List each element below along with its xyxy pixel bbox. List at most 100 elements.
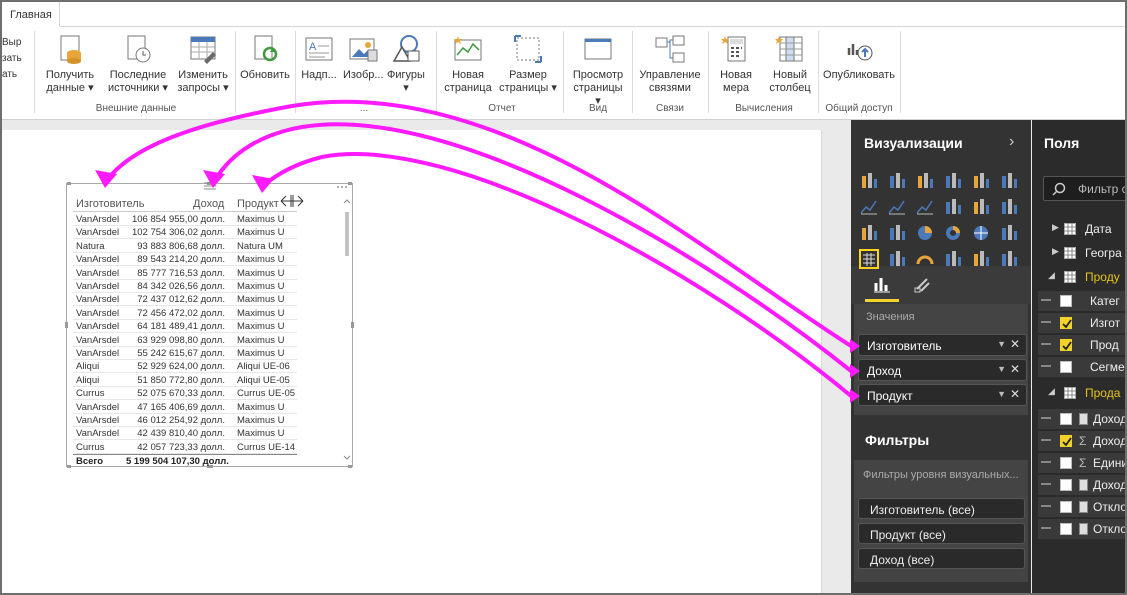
drag-handle-icon[interactable] (1041, 527, 1051, 529)
table-row[interactable]: Aliqui 51 850 772,80 долл. Aliqui UE-05 (73, 374, 297, 387)
filter-revenue[interactable]: Доход (все) (858, 548, 1025, 569)
manage-relationships-button[interactable]: Управление связями (636, 33, 704, 95)
new-measure-button[interactable]: Новая мера (713, 33, 759, 95)
table-row[interactable]: Currus 42 057 723,33 долл. Currus UE-14 (73, 441, 297, 454)
multi-row-card-visual-icon[interactable] (971, 249, 991, 269)
table-row[interactable]: VanArsdel 89 543 214,20 долл. Maximus U (73, 253, 297, 267)
field-item[interactable]: Σ Едини (1038, 453, 1125, 473)
clustered-column-visual-icon[interactable] (943, 171, 963, 191)
donut-visual-icon[interactable] (943, 223, 963, 243)
remove-field-icon[interactable]: ✕ (1010, 337, 1020, 351)
table-row[interactable]: VanArsdel 47 165 406,69 долл. Maximus U (73, 401, 297, 414)
dropdown-arrow-icon[interactable]: ▼ (997, 389, 1006, 399)
column-header-revenue[interactable]: Доход (193, 198, 224, 210)
treemap-visual-icon[interactable] (971, 223, 991, 243)
field-checkbox[interactable] (1060, 501, 1072, 513)
tab-home[interactable]: Главная (2, 2, 60, 27)
caret-expanded-icon[interactable]: ◢ (1048, 386, 1055, 397)
field-item[interactable]: Откло (1038, 519, 1125, 539)
filter-manufacturer[interactable]: Изготовитель (все) (858, 498, 1025, 519)
table-row[interactable]: VanArsdel 72 456 472,02 долл. Maximus U (73, 307, 297, 320)
table-row[interactable]: VanArsdel 46 012 254,92 долл. Maximus U (73, 414, 297, 427)
map-visual-icon[interactable] (999, 223, 1019, 243)
line-stacked-column-visual-icon[interactable] (971, 197, 991, 217)
line-column-visual-icon[interactable] (943, 197, 963, 217)
copy-label-fragment[interactable]: ать (2, 69, 17, 80)
fields-search-input[interactable]: Фильтр с (1043, 176, 1125, 201)
table-row[interactable]: VanArsdel 84 342 026,56 долл. Maximus U (73, 280, 297, 293)
paste-label-fragment[interactable]: зать (2, 53, 22, 64)
values-well-manufacturer[interactable]: Изготовитель ▼ ✕ (858, 334, 1027, 356)
caret-expanded-icon[interactable]: ◢ (1048, 270, 1055, 281)
table-row[interactable]: VanArsdel 106 854 955,00 долл. Maximus U (73, 213, 297, 226)
field-item[interactable]: Доход (1038, 409, 1125, 429)
get-data-button[interactable]: Получить данные ▾ (42, 33, 98, 95)
remove-field-icon[interactable]: ✕ (1010, 387, 1020, 401)
field-item[interactable]: Прод (1038, 335, 1125, 355)
fields-tab-icon[interactable] (873, 275, 891, 293)
table-row[interactable]: VanArsdel 63 929 098,80 долл. Maximus U (73, 334, 297, 347)
field-item[interactable]: Σ Доход (1038, 431, 1125, 451)
field-checkbox[interactable] (1060, 413, 1072, 425)
values-well-product[interactable]: Продукт ▼ ✕ (858, 384, 1027, 406)
ribbon-visual-icon[interactable] (999, 197, 1019, 217)
pie-visual-icon[interactable] (915, 223, 935, 243)
dropdown-arrow-icon[interactable]: ▼ (997, 364, 1006, 374)
drag-handle-icon[interactable] (1041, 343, 1051, 345)
edit-queries-button[interactable]: Изменить запросы ▾ (176, 33, 230, 95)
resize-handle[interactable] (351, 322, 354, 328)
field-item[interactable]: Катег (1038, 291, 1125, 311)
refresh-button[interactable]: Обновить (238, 33, 292, 82)
field-checkbox[interactable] (1060, 457, 1072, 469)
area-visual-icon[interactable] (887, 197, 907, 217)
filter-product[interactable]: Продукт (все) (858, 523, 1025, 544)
field-table-item[interactable]: ▶ Дата (1038, 219, 1125, 239)
cut-label-fragment[interactable]: Выр (2, 37, 21, 48)
field-item[interactable]: Сегме (1038, 357, 1125, 377)
page-view-button[interactable]: Просмотр страницы ▾ (569, 33, 627, 108)
scatter-visual-icon[interactable] (887, 223, 907, 243)
drag-handle-icon[interactable] (1041, 299, 1051, 301)
caret-collapsed-icon[interactable]: ▶ (1052, 222, 1059, 233)
new-column-button[interactable]: Новый столбец (765, 33, 815, 95)
kpi-visual-icon[interactable] (999, 249, 1019, 269)
gauge-visual-icon[interactable] (915, 249, 935, 269)
drag-handle-icon[interactable] (1041, 461, 1051, 463)
stacked-area-visual-icon[interactable] (915, 197, 935, 217)
values-well-revenue[interactable]: Доход ▼ ✕ (858, 359, 1027, 381)
100-bar-visual-icon[interactable] (971, 171, 991, 191)
table-visual[interactable]: Изготовитель Доход Продукт VanArsdel 106 … (65, 181, 354, 468)
resize-handle[interactable] (65, 322, 68, 328)
card-visual-icon[interactable] (943, 249, 963, 269)
table-row[interactable]: VanArsdel 42 439 810,40 долл. Maximus U (73, 427, 297, 441)
clustered-bar-visual-icon[interactable] (915, 171, 935, 191)
table-row[interactable]: VanArsdel 72 437 012,62 долл. Maximus U (73, 293, 297, 307)
waterfall-visual-icon[interactable] (859, 223, 879, 243)
table-row[interactable]: VanArsdel 64 181 489,41 долл. Maximus U (73, 320, 297, 334)
table-row[interactable]: Aliqui 52 929 624,00 долл. Aliqui UE-06 (73, 360, 297, 374)
field-table-item[interactable]: ◢ Проду (1038, 267, 1125, 287)
table-row[interactable]: Natura 93 883 806,68 долл. Natura UM (73, 240, 297, 253)
filled-map-visual-icon[interactable] (859, 249, 879, 269)
field-table-item[interactable]: ◢ Прода (1038, 383, 1125, 403)
drag-handle-icon[interactable] (1041, 365, 1051, 367)
image-button[interactable]: Изобр... (343, 33, 384, 82)
table-row[interactable]: VanArsdel 102 754 306,02 долл. Maximus U (73, 226, 297, 240)
table-row[interactable]: VanArsdel 55 242 615,67 долл. Maximus U (73, 347, 297, 360)
resize-handle[interactable] (67, 182, 71, 185)
stacked-column-visual-icon[interactable] (887, 171, 907, 191)
new-page-button[interactable]: Новая страница (442, 33, 494, 95)
field-item[interactable]: Изгот (1038, 313, 1125, 333)
field-item[interactable]: Откло (1038, 497, 1125, 517)
drag-grip-icon[interactable] (203, 181, 217, 190)
more-options-icon[interactable] (336, 185, 348, 189)
table-row[interactable]: Currus 52 075 670,33 долл. Currus UE-05 (73, 387, 297, 401)
field-item[interactable]: Доход (1038, 475, 1125, 495)
drag-handle-icon[interactable] (1041, 439, 1051, 441)
collapse-pane-chevron-icon[interactable]: › (1009, 133, 1014, 151)
column-header-product[interactable]: Продукт (237, 198, 279, 210)
resize-handle[interactable] (67, 465, 71, 468)
drag-handle-icon[interactable] (1041, 505, 1051, 507)
resize-handle[interactable] (348, 182, 352, 185)
line-visual-icon[interactable] (859, 197, 879, 217)
